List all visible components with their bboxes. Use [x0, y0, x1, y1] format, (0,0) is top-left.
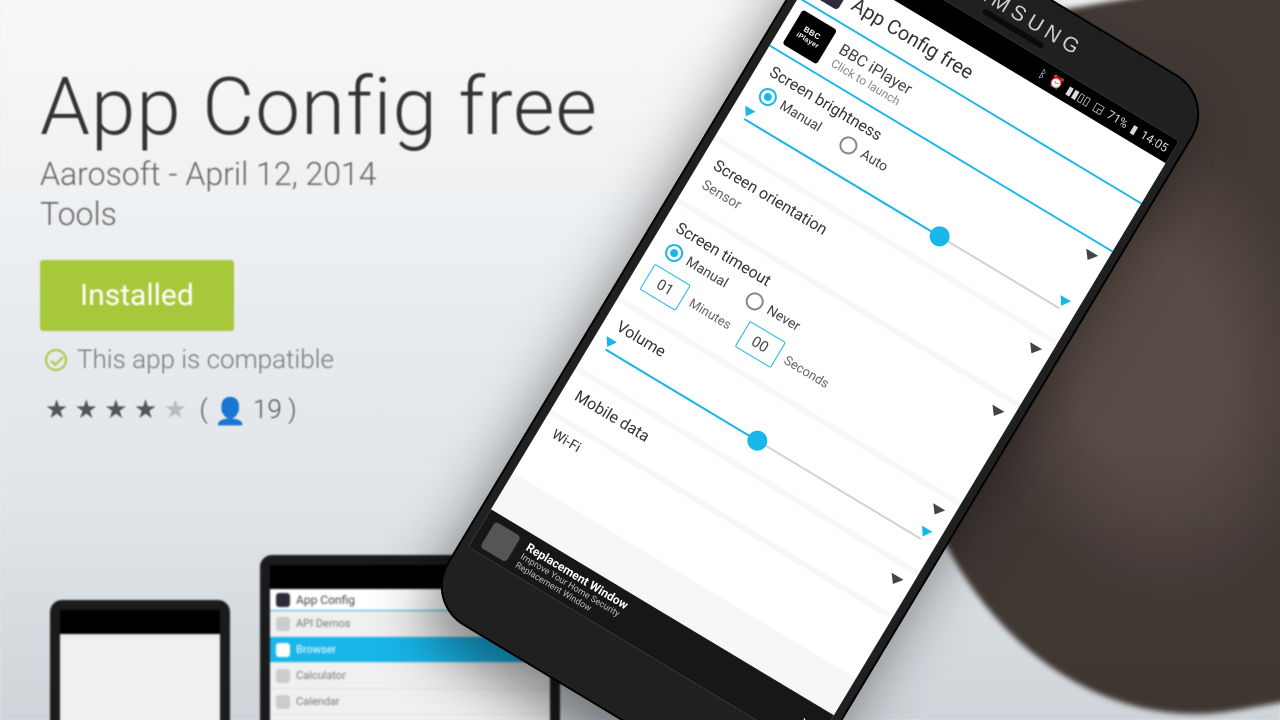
ad-arrow-icon: ➤	[793, 711, 820, 720]
playstore-rating: ★ ★ ★ ★ ★ ( 👤 19 )	[45, 395, 297, 427]
playstore-byline: Aarosoft - April 12, 2014	[40, 155, 377, 193]
compatibility-label: This app is compatible	[77, 345, 334, 375]
playstore-title: App Config free	[40, 60, 598, 154]
star-empty-icon: ★	[164, 395, 187, 425]
app-icon[interactable]	[812, 0, 853, 10]
thumb2-appbar-title: App Config	[296, 593, 355, 607]
rating-count: 19	[253, 395, 282, 425]
battery-icon: ▮	[1128, 123, 1140, 137]
check-icon	[45, 349, 67, 371]
timeout-seconds-label: Seconds	[781, 353, 832, 392]
battery-text: 71%	[1105, 108, 1131, 131]
wifi-icon: ◲	[1091, 100, 1107, 116]
install-button[interactable]: Installed	[40, 260, 234, 331]
timeout-minutes-input[interactable]: 01	[639, 264, 690, 311]
star-icon: ★ ★ ★ ★	[45, 395, 164, 425]
alarm-icon: ⏰	[1047, 74, 1066, 92]
store-screenshot-1[interactable]: hanging Chrome's settings	[50, 600, 230, 720]
timeout-seconds-input[interactable]: 00	[734, 321, 785, 368]
compatibility-text: This app is compatible	[45, 345, 334, 375]
bluetooth-icon: ᛒ	[1037, 67, 1049, 81]
playstore-category: Tools	[40, 195, 117, 233]
ad-thumbnail	[480, 521, 521, 562]
iplayer-icon: BBC iPlayer	[782, 10, 837, 65]
timeout-minutes-label: Minutes	[686, 296, 734, 333]
